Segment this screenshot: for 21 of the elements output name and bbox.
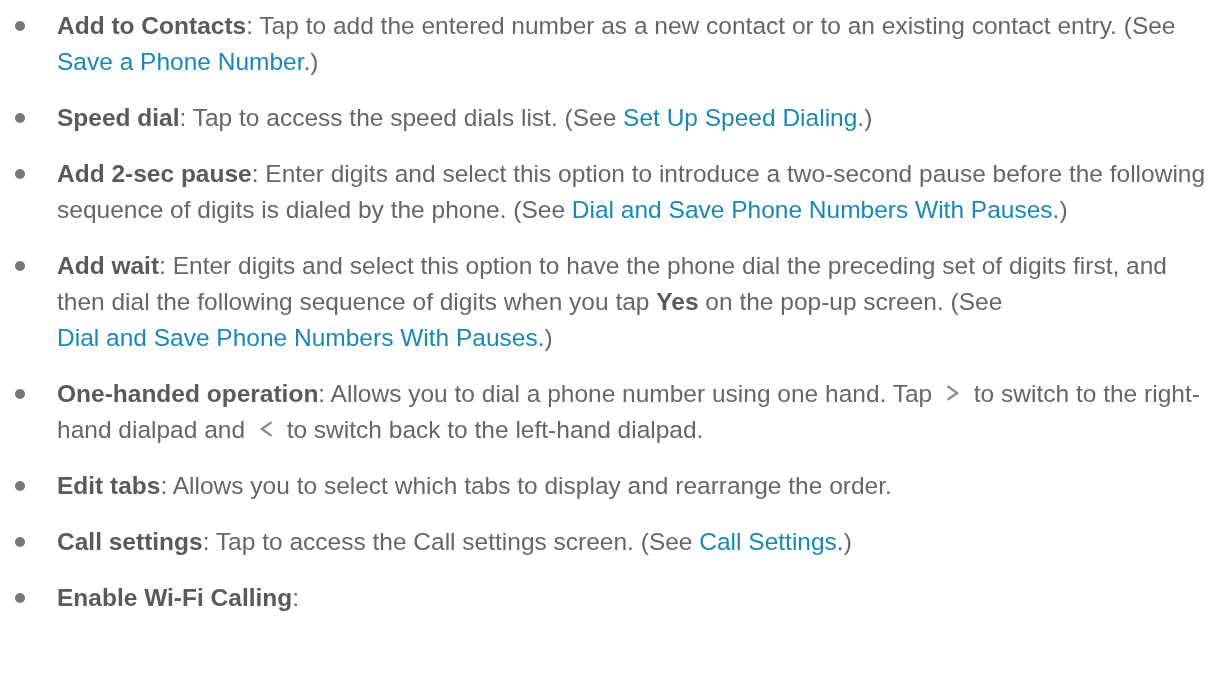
bullet-icon: [15, 113, 25, 123]
list-item-text: Speed dial: Tap to access the speed dials list. (See Set Up Speed Dialing.): [57, 103, 874, 133]
list-item-text: Add 2-sec pause: Enter digits and select this option to introduce a two-second pause before the following sequence of digits is dialed by the phone. (See Dial and Save Phone Numbers With Pauses.): [57, 159, 1207, 225]
list-item-text: Add wait: Enter digits and select this option to have the phone dial the preceding set of digits first, and then dial the following sequence of digits when you tap Yes on the pop-up screen. (See Dial and Save Phone Numbers With Pauses.): [57, 251, 1168, 353]
list-item-text: Call settings: Tap to access the Call settings screen. (See Call Settings.): [57, 527, 853, 557]
link[interactable]: Save a Phone Number: [57, 48, 304, 75]
link[interactable]: Set Up Speed Dialing: [623, 104, 858, 131]
bullet-icon: [15, 389, 25, 399]
link[interactable]: Dial and Save Phone Numbers With Pauses: [57, 324, 538, 351]
link[interactable]: Dial and Save Phone Numbers With Pauses: [571, 196, 1053, 223]
list-item-text: Enable Wi-Fi Calling:: [57, 583, 301, 613]
bullet-icon: [15, 593, 25, 603]
bullet-icon: [15, 169, 25, 179]
bullet-icon: [15, 261, 25, 271]
bullet-icon: [15, 537, 25, 547]
list-item-text: One-handed operation: Allows you to dial a phone number using one hand. Tap to switch to the right-hand dialpad and to switch back to the left-hand dialpad.: [57, 379, 1201, 445]
bullet-icon: [15, 481, 25, 491]
bullet-icon: [15, 21, 25, 31]
link[interactable]: Call Settings: [699, 528, 837, 555]
list-item-text: Edit tabs: Allows you to select which tabs to display and rearrange the order.: [57, 471, 893, 501]
list-item-text: Add to Contacts: Tap to add the entered number as a new contact or to an existing contact entry. (See Save a Phone Number.): [57, 11, 1177, 77]
